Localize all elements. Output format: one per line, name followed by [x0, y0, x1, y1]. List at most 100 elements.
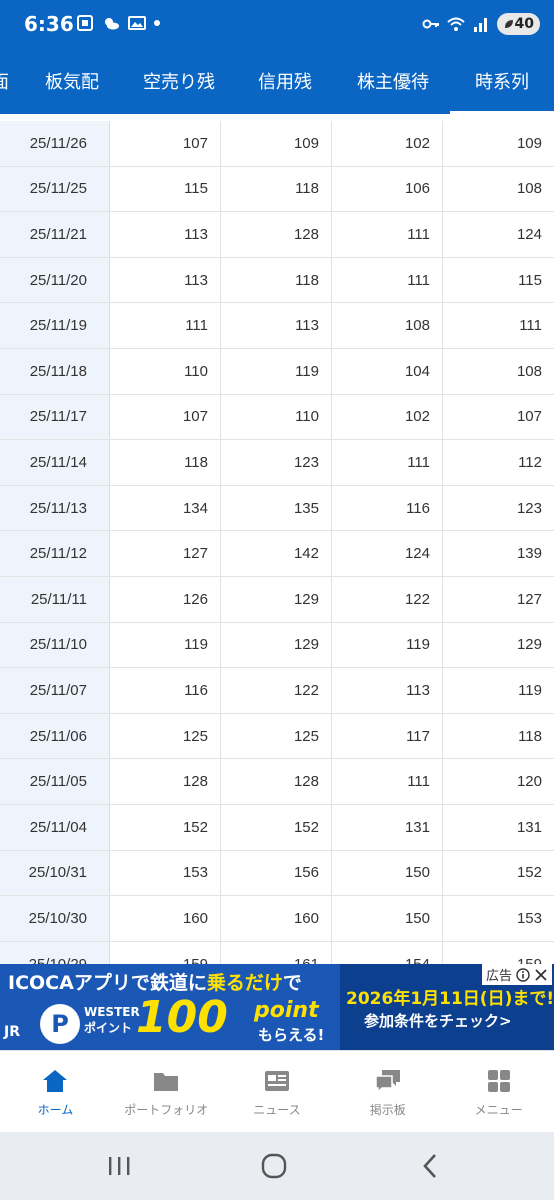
- ad-headline: ICOCAアプリで鉄道に乗るだけで: [8, 968, 302, 995]
- table-row[interactable]: 25/11/11 126 129 122 127: [0, 577, 554, 623]
- value-cell: 153: [110, 850, 221, 896]
- date-cell: 25/11/11: [0, 577, 110, 622]
- tab-short-selling[interactable]: 空売り残: [126, 48, 232, 114]
- table-row[interactable]: 25/11/17 107 110 102 107: [0, 394, 554, 441]
- folder-icon: [154, 1072, 179, 1091]
- table-row[interactable]: 25/11/26 107 109 102 109: [0, 121, 554, 167]
- value-cell: 119: [332, 622, 443, 668]
- value-cell: 108: [516, 180, 542, 198]
- recents-button[interactable]: [89, 1146, 149, 1186]
- ad-headline-pre: ICOCAアプリで鉄道に: [8, 972, 207, 994]
- home-system-button[interactable]: [244, 1146, 304, 1186]
- time-series-table[interactable]: 25/11/26 107 109 102 109 25/11/25 115 118 106 108…: [0, 114, 554, 964]
- table-row[interactable]: 25/11/05 128 128 111 120: [0, 759, 554, 805]
- table-row[interactable]: 25/11/25 115 118 106 108: [0, 166, 554, 213]
- value-cell: 118: [221, 257, 332, 303]
- date-cell: 25/11/13: [0, 485, 110, 531]
- value-cell: 102: [332, 394, 443, 440]
- table-row[interactable]: 25/11/20 113 118 111 115: [0, 257, 554, 304]
- value-cell: 150: [332, 896, 443, 941]
- value-cell: 113: [221, 303, 332, 348]
- value-cell: 131: [332, 805, 443, 850]
- nav-menu-label: メニュー: [474, 1102, 523, 1117]
- table-row[interactable]: 25/11/13 134 135 116 123: [0, 485, 554, 532]
- close-icon[interactable]: [534, 968, 548, 982]
- value-cell: 125: [221, 713, 332, 759]
- value-cell: 125: [110, 713, 221, 759]
- signal-icon: [473, 18, 487, 32]
- tab-shareholder-benefits[interactable]: 株主優待: [338, 48, 448, 114]
- value-cell: 107: [110, 121, 221, 166]
- nav-home[interactable]: ホーム: [0, 1051, 111, 1133]
- ad-condition-link[interactable]: 参加条件をチェック>: [364, 1010, 512, 1031]
- ad-unit: point: [254, 998, 319, 1023]
- ad-amount: 100: [136, 992, 228, 1043]
- tab-time-series[interactable]: 時系列: [450, 48, 554, 114]
- date-cell: 25/10/29: [0, 941, 110, 964]
- value-cell: 127: [516, 590, 542, 608]
- value-cell: 122: [332, 577, 443, 622]
- table-row[interactable]: 25/10/31 153 156 150 152: [0, 850, 554, 897]
- ad-wester-line1: WESTER: [84, 1005, 140, 1019]
- value-cell: 111: [332, 212, 443, 257]
- value-cell: 152: [110, 805, 221, 850]
- back-button[interactable]: [400, 1146, 460, 1186]
- gallery-icon: [128, 16, 146, 30]
- value-cell: 119: [110, 622, 221, 668]
- table-row[interactable]: 25/11/10 119 129 119 129: [0, 622, 554, 669]
- table-row[interactable]: 25/11/04 152 152 131 131: [0, 805, 554, 851]
- value-cell: 117: [332, 713, 443, 759]
- table-row[interactable]: 25/11/07 116 122 113 119: [0, 668, 554, 714]
- value-cell: 128: [110, 759, 221, 804]
- table-row[interactable]: 25/11/21 113 128 111 124: [0, 212, 554, 258]
- value-cell: 111: [332, 257, 443, 303]
- value-cell: 159: [110, 941, 221, 964]
- ad-label[interactable]: 広告: [481, 964, 552, 985]
- wifi-icon: [446, 17, 465, 31]
- value-cell: 127: [110, 531, 221, 576]
- date-cell: 25/11/14: [0, 440, 110, 485]
- value-cell: 106: [332, 166, 443, 212]
- tab-partial[interactable]: 面: [0, 48, 14, 114]
- table-row[interactable]: 25/11/19 111 113 108 111: [0, 303, 554, 349]
- value-cell: 109: [221, 121, 332, 166]
- value-cell: 102: [332, 121, 443, 166]
- date-cell: 25/11/06: [0, 713, 110, 759]
- table-row[interactable]: 25/11/14 118 123 111 112: [0, 440, 554, 486]
- date-cell: 25/11/07: [0, 668, 110, 713]
- table-row[interactable]: 25/11/06 125 125 117 118: [0, 713, 554, 760]
- value-cell: 104: [332, 349, 443, 394]
- home-circle-icon: [261, 1153, 287, 1179]
- status-bar: 6:36 40: [0, 0, 554, 48]
- table-row[interactable]: 25/11/18 110 119 104 108: [0, 349, 554, 395]
- notification-dot-icon: [154, 20, 160, 26]
- nav-menu[interactable]: メニュー: [443, 1051, 554, 1133]
- nav-news[interactable]: ニュース: [222, 1051, 333, 1133]
- date-cell: 25/11/19: [0, 303, 110, 348]
- value-cell: 159: [443, 942, 554, 964]
- nav-portfolio[interactable]: ポートフォリオ: [111, 1051, 222, 1133]
- value-cell: 120: [516, 773, 542, 791]
- tab-bar: 面 板気配 空売り残 信用残 株主優待 時系列: [0, 48, 554, 114]
- recents-icon: [109, 1157, 130, 1175]
- info-icon[interactable]: [516, 967, 530, 982]
- table-row[interactable]: 25/11/12 127 142 124 139: [0, 531, 554, 577]
- date-cell: 25/11/20: [0, 257, 110, 303]
- wester-point-icon: P: [40, 1004, 80, 1044]
- table-row[interactable]: 25/10/30 160 160 150 153: [0, 896, 554, 942]
- nav-message-board-label: 掲示板: [369, 1102, 406, 1117]
- nav-message-board[interactable]: 掲示板: [332, 1051, 443, 1133]
- screenshot-icon: [77, 15, 93, 31]
- value-cell: 118: [110, 440, 221, 485]
- date-cell: 25/11/10: [0, 622, 110, 668]
- value-cell: 152: [221, 805, 332, 850]
- system-nav-bar: [0, 1132, 554, 1200]
- table-row[interactable]: 25/10/29159161154159: [0, 941, 554, 964]
- value-cell: 112: [518, 453, 542, 471]
- grid-icon: [487, 1069, 510, 1092]
- ad-banner[interactable]: ICOCAアプリで鉄道に乗るだけで JR P WESTER ポイント 100 po…: [0, 964, 554, 1050]
- tab-margin[interactable]: 信用残: [236, 48, 334, 114]
- value-cell: 134: [110, 485, 221, 531]
- tab-order-book[interactable]: 板気配: [22, 48, 122, 114]
- value-cell: 116: [332, 485, 443, 531]
